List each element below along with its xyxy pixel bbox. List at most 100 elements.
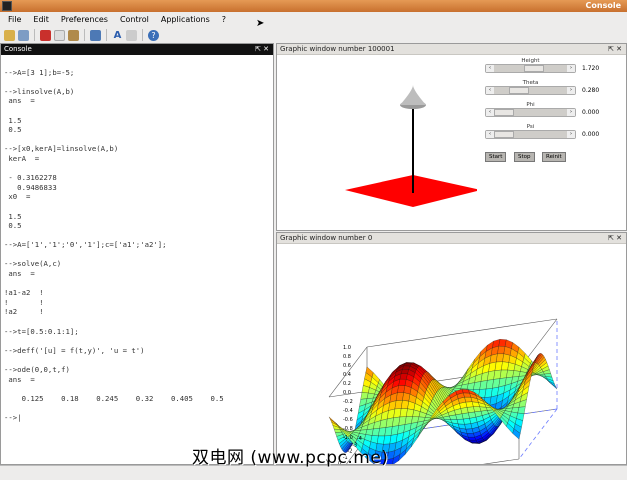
arrow-left-icon[interactable]: ‹ [486, 109, 494, 116]
graphic-window-100001[interactable]: Graphic window number 100001 ⇱ ✕ Height … [276, 43, 627, 231]
separator [84, 29, 85, 41]
slider-psi[interactable]: Psi ‹ › 0.000 [485, 124, 625, 139]
new-script-icon[interactable] [4, 29, 15, 41]
z-tick-label: -0.2 [343, 399, 353, 405]
top-cone [400, 85, 426, 105]
reinit-button[interactable]: Reinit [542, 152, 566, 162]
slider-phi[interactable]: Phi ‹ › 0.000 [485, 102, 625, 117]
console-line: -->[x0,kerA]=linsolve(A,b) [4, 144, 119, 154]
z-tick-label: 0.2 [343, 381, 351, 387]
menu-help[interactable]: ? [222, 12, 226, 27]
help-icon[interactable]: ? [148, 29, 159, 41]
undock-close-icons[interactable]: ⇱ ✕ [608, 233, 622, 244]
separator [106, 29, 107, 41]
undock-close-icons[interactable]: ⇱ ✕ [255, 44, 269, 55]
menu-control[interactable]: Control [120, 12, 149, 27]
console-line: 1.5 [4, 115, 22, 125]
paste-icon[interactable] [68, 29, 79, 41]
console-line: 1.5 [4, 211, 22, 221]
z-tick-label: 0.4 [343, 372, 351, 378]
console-line: -->ode(0,0,t,f) [4, 365, 70, 374]
console-line: ans = [4, 269, 35, 279]
slider-value: 0.000 [582, 131, 600, 138]
z-tick-label: -0.4 [343, 408, 353, 414]
slider-track[interactable]: ‹ › [485, 130, 576, 139]
graphic2-title: Graphic window number 0 [280, 234, 373, 242]
surface-plot[interactable]: 1.0 0.8 0.6 0.4 0.2 0.0 -0.2 -0.4 -0.6 -0.8 -1.0 -4… [277, 244, 626, 464]
graphic1-title: Graphic window number 100001 [280, 45, 395, 53]
app-icon [2, 1, 12, 11]
slider-track[interactable]: ‹ › [485, 64, 576, 73]
console-line: ans = [4, 96, 35, 106]
font-icon[interactable]: A [112, 30, 123, 41]
print-icon[interactable] [126, 29, 137, 41]
slider-track[interactable]: ‹ › [485, 86, 576, 95]
watermark: 双电网 (www.pcpc.me) [192, 448, 389, 468]
window-title: Console [585, 1, 622, 10]
console-line: kerA = [4, 153, 40, 163]
console-line: -->solve(A,c) [4, 259, 62, 269]
arrow-left-icon[interactable]: ‹ [486, 131, 494, 138]
z-tick-label: 0.0 [343, 390, 351, 396]
start-button[interactable]: Start [485, 152, 507, 162]
menu-applications[interactable]: Applications [161, 12, 210, 27]
cut-icon[interactable] [40, 29, 51, 41]
hidden-axis-edge [518, 408, 558, 460]
console-line: -->| [4, 412, 22, 422]
axis-box-edge [366, 318, 558, 348]
copy-icon[interactable] [54, 29, 65, 41]
console-output[interactable]: -->A=[3 1];b=-5; -->linsolve(A,b) ans = 1… [4, 58, 224, 423]
console-line: x0 = [4, 192, 31, 202]
console-line: ans = [4, 374, 35, 384]
console-line: - 0.3162278 [4, 173, 57, 183]
console-panel[interactable]: Console ⇱ ✕ -->A=[3 1];b=-5; -->linsolve(… [0, 43, 274, 465]
slider-theta[interactable]: Theta ‹ › 0.280 [485, 80, 625, 95]
separator [142, 29, 143, 41]
graphic2-header: Graphic window number 0 ⇱ ✕ [277, 233, 626, 244]
arrow-left-icon[interactable]: ‹ [486, 87, 494, 94]
arrow-right-icon[interactable]: › [567, 87, 575, 94]
slider-thumb[interactable] [494, 131, 514, 138]
menu-file[interactable]: File [8, 12, 21, 27]
console-line: 0.9486833 [4, 182, 57, 192]
red-plane [345, 175, 477, 207]
slider-thumb[interactable] [494, 109, 514, 116]
graphic1-header: Graphic window number 100001 ⇱ ✕ [277, 44, 626, 55]
arrow-right-icon[interactable]: › [567, 65, 575, 72]
toolbar: A ? [0, 27, 627, 43]
slider-value: 1.720 [582, 65, 600, 72]
graphic-window-0[interactable]: Graphic window number 0 ⇱ ✕ 1.0 0.8 0.6 0.4… [276, 232, 627, 465]
slider-height[interactable]: Height ‹ › 1.720 [485, 58, 625, 73]
slider-value: 0.280 [582, 87, 600, 94]
separator [34, 29, 35, 41]
undock-close-icons[interactable]: ⇱ ✕ [608, 44, 622, 55]
slider-track[interactable]: ‹ › [485, 108, 576, 117]
z-tick-label: -0.8 [343, 426, 353, 432]
menu-preferences[interactable]: Preferences [61, 12, 108, 27]
arrow-right-icon[interactable]: › [567, 131, 575, 138]
stop-button[interactable]: Stop [514, 152, 535, 162]
arrow-right-icon[interactable]: › [567, 109, 575, 116]
menu-edit[interactable]: Edit [33, 12, 49, 27]
console-line: !a1-a2 ! [4, 288, 44, 298]
console-line: -->deff('[u] = f(t,y)', 'u = t') [4, 345, 145, 355]
z-tick-label: -1.0 [343, 435, 353, 441]
spinning-top-canvas [345, 85, 477, 207]
console-line: ! ! [4, 297, 44, 307]
slider-thumb[interactable] [509, 87, 530, 94]
arrow-left-icon[interactable]: ‹ [486, 65, 494, 72]
folder-icon[interactable] [90, 29, 101, 41]
slider-thumb[interactable] [524, 65, 545, 72]
open-icon[interactable] [18, 29, 29, 41]
